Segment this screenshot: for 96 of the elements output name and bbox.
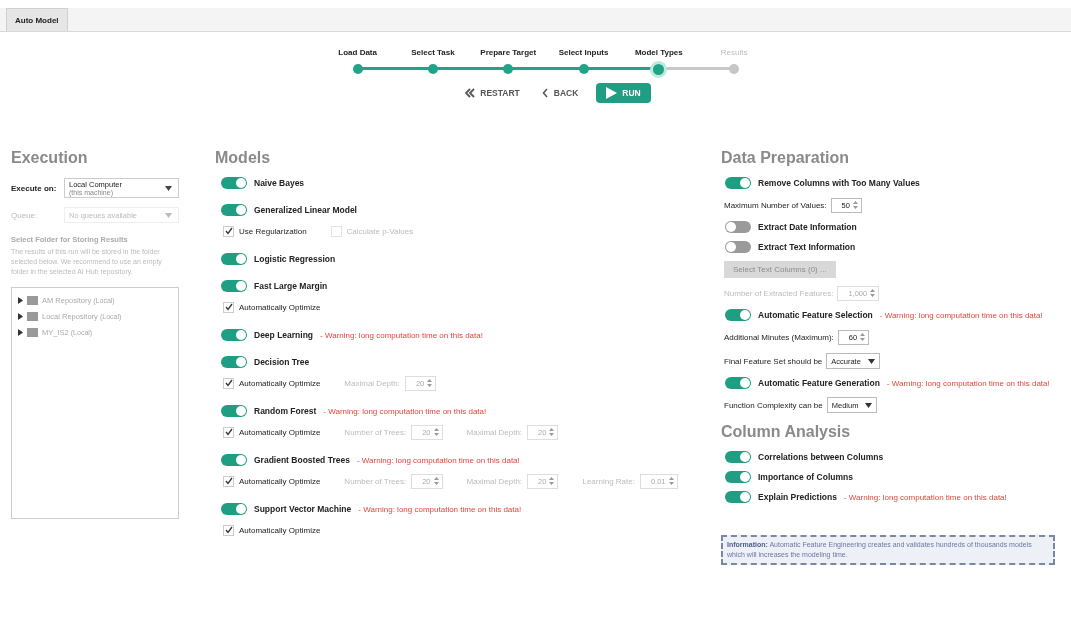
toggle-switch[interactable] [221,405,247,417]
model-name: Deep Learning [254,330,314,340]
toggle-switch[interactable] [725,177,751,189]
chevron-icon [541,88,549,98]
toggle-switch[interactable] [725,241,751,253]
model-name: Decision Tree [254,357,310,367]
toggle-switch[interactable] [725,471,751,483]
toggle-switch[interactable] [221,280,247,292]
checkbox[interactable] [223,475,234,487]
field-label: Maximal Depth: [344,378,400,388]
checkbox-label: Automatically Optimize [239,302,321,312]
checkbox-label: Automatically Optimize [239,476,321,486]
toggle-switch[interactable] [725,309,751,321]
toggle-switch[interactable] [725,377,751,389]
model-name: Generalized Linear Model [254,205,357,215]
option-name: Automatic Feature Selection [758,310,873,320]
model-name: Gradient Boosted Trees [254,455,350,465]
checkbox[interactable] [223,225,234,237]
toggle-switch[interactable] [725,491,751,503]
toggle-switch[interactable] [725,451,751,463]
option-name: Explain Predictions [758,492,837,502]
option-name: Automatic Feature Generation [758,378,880,388]
warning-text: - Warning: long computation time on this data! [320,330,483,340]
checkbox[interactable] [223,301,234,313]
step-label[interactable]: Results [720,48,748,57]
field-label: Number of Trees: [344,476,407,486]
field-label: Additional Minutes (Maximum): [724,332,834,342]
restart-button[interactable]: RESTART [461,83,524,103]
folder-icon [27,295,38,305]
model-name: Fast Large Margin [254,281,328,291]
toggle-switch[interactable] [221,204,247,216]
toggle-switch[interactable] [221,454,247,466]
section-title: Execution [11,149,89,168]
field-label: Number of Extracted Features: [724,288,834,298]
field-label: Maximum Number of Values: [724,200,827,210]
warning-text: - Warning: long computation time on this data! [886,378,1050,388]
step-label[interactable]: Prepare Target [480,48,537,57]
option-name: Correlations between Columns [758,452,884,462]
model-name: Naive Bayes [254,178,305,188]
checkbox[interactable] [223,524,234,536]
folder-icon [27,327,38,337]
section-title: Data Preparation [721,149,851,168]
checkbox[interactable] [223,377,234,389]
section-title: Models [215,149,272,168]
warning-text: - Warning: long computation time on this data! [358,504,522,514]
field-label: Maximal Depth: [466,476,523,486]
field-label: Number of Trees: [344,427,407,437]
toggle-switch[interactable] [221,356,247,368]
step-dot[interactable] [503,64,514,74]
checkbox-label: Automatically Optimize [239,378,321,388]
model-name: Logistic Regression [254,254,336,264]
step-dot[interactable] [427,64,438,74]
option-name: Importance of Columns [758,472,853,482]
caret-icon [867,358,875,364]
tab[interactable]: Auto Model [6,8,68,31]
play-icon [606,87,618,99]
step-label[interactable]: Load Data [338,48,377,57]
section-title: Column Analysis [721,423,852,442]
caret-icon [865,402,873,408]
warning-text: - Warning: long computation time on this data! [879,310,1043,320]
warning-text: - Warning: long computation time on this data! [356,455,520,465]
option-name: Extract Date Information [758,222,857,232]
folder-icon [27,311,38,321]
field-label: Queue: [11,210,39,220]
toggle-switch[interactable] [221,253,247,265]
step-dot[interactable] [653,64,665,75]
option-name: Remove Columns with Too Many Values [758,178,920,188]
toggle-switch[interactable] [725,221,751,233]
field-label: Maximal Depth: [466,427,523,437]
warning-text: - Warning: long computation time on this data! [843,492,1007,502]
option-name: Extract Text Information [758,242,856,252]
field-label: Function Complexity can be [724,400,823,410]
step-dot[interactable] [729,64,740,74]
caret-icon [165,212,172,218]
run-button[interactable]: RUN [596,83,651,103]
checkbox-label: Calculate p-Values [346,226,414,236]
step-label[interactable]: Select Task [411,48,455,57]
warning-text: - Warning: long computation time on this data! [323,406,487,416]
back-button[interactable]: BACK [537,83,583,103]
caret-icon [165,185,172,191]
step-dot[interactable] [578,64,589,74]
step-label[interactable]: Select Inputs [558,48,609,57]
checkbox-label: Automatically Optimize [239,427,321,437]
double-chevron-icon [465,88,476,98]
checkbox-label: Automatically Optimize [239,525,321,535]
toggle-switch[interactable] [221,177,247,189]
model-name: Random Forest [254,406,317,416]
toggle-switch[interactable] [221,329,247,341]
model-name: Support Vector Machine [254,504,352,514]
checkbox-label: Use Regularization [239,226,307,236]
field-label: Final Feature Set should be [724,356,823,366]
step-dot[interactable] [352,64,363,74]
checkbox[interactable] [223,426,234,438]
step-label[interactable]: Model Types [634,48,683,57]
field-label: Execute on: [11,183,58,193]
toggle-switch[interactable] [221,503,247,515]
